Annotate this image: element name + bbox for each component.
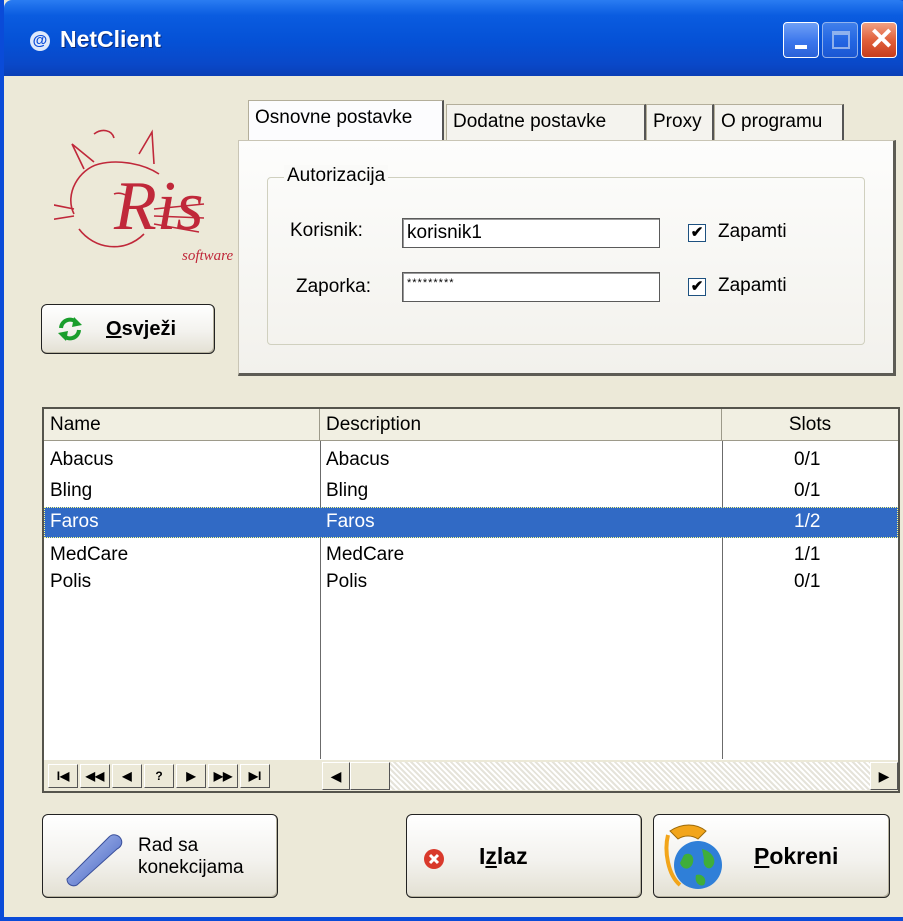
scroll-left-arrow[interactable]: ◀ — [322, 762, 350, 790]
close-icon: ✕ — [869, 23, 895, 56]
cell-name: Faros — [50, 511, 99, 532]
tab-o-programu[interactable]: O programu — [714, 104, 844, 142]
app-icon: @ — [30, 31, 50, 51]
cell-description: Bling — [326, 480, 369, 501]
table-row[interactable]: Abacus Abacus 0/1 — [44, 445, 898, 476]
column-header-name[interactable]: Name — [44, 409, 320, 440]
table-row[interactable]: Bling Bling 0/1 — [44, 476, 898, 507]
globe-phone-icon — [664, 824, 722, 889]
prev-record-button[interactable]: ◀ — [112, 764, 142, 788]
password-remember-checkbox[interactable]: ✔ — [688, 278, 706, 296]
connections-label: Rad sa konekcijama — [138, 835, 244, 878]
column-header-description[interactable]: Description — [320, 409, 722, 440]
title-bar[interactable]: @ NetClient ✕ — [4, 0, 903, 76]
first-record-button[interactable]: I◀ — [48, 764, 78, 788]
grid-navigator: I◀ ◀◀ ◀ ? ▶ ▶▶ ▶I ◀ ▶ — [44, 759, 898, 791]
auth-legend: Autorizacija — [284, 165, 389, 187]
maximize-icon — [832, 31, 850, 49]
minimize-button[interactable] — [783, 22, 819, 58]
auth-groupbox: Autorizacija Korisnik: korisnik1 ✔ Zapam… — [267, 165, 865, 345]
connection-plug-icon — [66, 834, 123, 887]
cell-name: Abacus — [50, 449, 114, 470]
logo-subtext: software — [182, 248, 233, 264]
tab-panel: Autorizacija Korisnik: korisnik1 ✔ Zapam… — [238, 140, 896, 376]
close-button[interactable]: ✕ — [861, 22, 897, 58]
password-input[interactable]: ********* — [402, 272, 660, 302]
cell-slots: 1/1 — [794, 544, 821, 565]
column-header-slots[interactable]: Slots — [722, 409, 898, 440]
tab-dodatne-postavke[interactable]: Dodatne postavke — [446, 104, 646, 142]
refresh-button[interactable]: Osvježi — [41, 304, 215, 354]
exit-icon — [424, 849, 444, 869]
exit-label: Izlaz — [479, 843, 528, 869]
cell-description: Faros — [326, 511, 375, 532]
maximize-button[interactable] — [822, 22, 858, 58]
tab-osnovne-postavke[interactable]: Osnovne postavke — [248, 100, 444, 142]
cell-name: Polis — [50, 571, 92, 592]
logo-text: Ris — [113, 168, 203, 245]
cell-description: Polis — [326, 571, 368, 592]
scroll-right-arrow[interactable]: ▶ — [870, 762, 898, 790]
cell-description: Abacus — [326, 449, 390, 470]
client-area: Ris software Osvježi Osnovne postavke Do… — [8, 76, 903, 917]
password-label: Zaporka: — [296, 276, 371, 297]
exit-button[interactable]: Izlaz — [406, 814, 642, 898]
table-row[interactable]: Polis Polis 0/1 — [44, 567, 898, 598]
grid-header: Name Description Slots — [44, 409, 898, 441]
cell-name: Bling — [50, 480, 93, 501]
minimize-icon — [795, 45, 807, 49]
connections-grid[interactable]: Name Description Slots Abacus Abacus 0/1… — [42, 407, 900, 793]
cell-slots: 1/2 — [794, 511, 821, 532]
user-label: Korisnik: — [290, 220, 363, 241]
prev-page-button[interactable]: ◀◀ — [80, 764, 110, 788]
user-input[interactable]: korisnik1 — [402, 218, 660, 248]
ris-software-logo: Ris software — [54, 129, 233, 264]
run-label: Pokreni — [754, 843, 839, 869]
cell-slots: 0/1 — [794, 571, 821, 592]
goto-record-button[interactable]: ? — [144, 764, 174, 788]
cell-name: MedCare — [50, 544, 129, 565]
next-page-button[interactable]: ▶▶ — [208, 764, 238, 788]
cell-description: MedCare — [326, 544, 405, 565]
app-window: @ NetClient ✕ Ris software Osvježi Osnov… — [0, 0, 903, 921]
refresh-icon — [58, 317, 82, 341]
user-remember-checkbox[interactable]: ✔ — [688, 224, 706, 242]
next-record-button[interactable]: ▶ — [176, 764, 206, 788]
cell-slots: 0/1 — [794, 480, 821, 501]
connections-button[interactable]: Rad sa konekcijama — [42, 814, 278, 898]
horizontal-scrollbar[interactable]: ◀ ▶ — [322, 762, 898, 790]
scroll-thumb[interactable] — [350, 762, 390, 790]
tab-proxy[interactable]: Proxy — [646, 104, 714, 142]
last-record-button[interactable]: ▶I — [240, 764, 270, 788]
run-button[interactable]: Pokreni — [653, 814, 890, 898]
user-remember-label: Zapamti — [718, 221, 787, 242]
password-remember-label: Zapamti — [718, 275, 787, 296]
cell-slots: 0/1 — [794, 449, 821, 470]
window-title: NetClient — [60, 26, 161, 52]
table-row-selected[interactable]: Faros Faros 1/2 — [44, 507, 898, 538]
refresh-label: Osvježi — [106, 318, 177, 340]
